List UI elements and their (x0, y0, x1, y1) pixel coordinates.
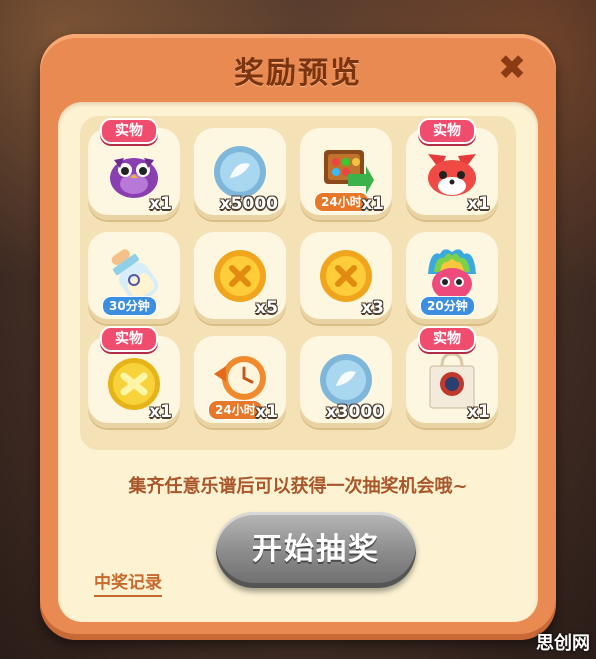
reward-item[interactable]: 20分钟 (406, 232, 498, 324)
lottery-hint-text: 集齐任意乐谱后可以获得一次抽奖机会哦~ (128, 476, 468, 497)
reward-item[interactable]: x5000 (194, 128, 286, 220)
reward-item[interactable]: 30分钟 (88, 232, 180, 324)
duration-badge: 20分钟 (420, 296, 475, 316)
reward-item[interactable]: 实物 x1 (88, 326, 180, 428)
reward-item[interactable]: x3000 (300, 336, 392, 428)
duration-badge: 30分钟 (102, 296, 157, 316)
physical-tag: 实物 (418, 326, 476, 352)
reward-quantity: x3000 (325, 402, 384, 422)
win-record-link[interactable]: 中奖记录 (94, 568, 162, 597)
reward-preview-dialog: 奖励预览 ✖ 实物 x1 x5000 24小时 x1 实物 x1 30分钟 x5… (40, 34, 556, 640)
site-watermark: 思创网 (536, 633, 590, 654)
physical-tag: 实物 (418, 118, 476, 144)
reward-item[interactable]: 24小时 x1 (194, 336, 286, 428)
reward-item[interactable]: 实物 x1 (88, 118, 180, 220)
reward-quantity: x1 (149, 194, 172, 214)
close-button[interactable]: ✖ (496, 51, 528, 85)
reward-item[interactable]: 实物 x1 (406, 326, 498, 428)
reward-item[interactable]: x3 (300, 232, 392, 324)
reward-quantity: x1 (467, 194, 490, 214)
reward-grid: 实物 x1 x5000 24小时 x1 实物 x1 30分钟 x5 x3 20分… (88, 118, 508, 438)
reward-quantity: x5000 (219, 194, 278, 214)
reward-item[interactable]: x5 (194, 232, 286, 324)
reward-quantity: x1 (255, 402, 278, 422)
dialog-body: 实物 x1 x5000 24小时 x1 实物 x1 30分钟 x5 x3 20分… (58, 102, 538, 622)
reward-quantity: x1 (149, 402, 172, 422)
reward-quantity: x3 (361, 298, 384, 318)
physical-tag: 实物 (100, 118, 158, 144)
reward-quantity: x1 (467, 402, 490, 422)
reward-item[interactable]: 24小时 x1 (300, 128, 392, 220)
start-draw-button[interactable]: 开始抽奖 (216, 512, 416, 588)
reward-item[interactable]: 实物 x1 (406, 118, 498, 220)
reward-quantity: x1 (361, 194, 384, 214)
physical-tag: 实物 (100, 326, 158, 352)
reward-quantity: x5 (255, 298, 278, 318)
dialog-title: 奖励预览 (234, 56, 362, 91)
